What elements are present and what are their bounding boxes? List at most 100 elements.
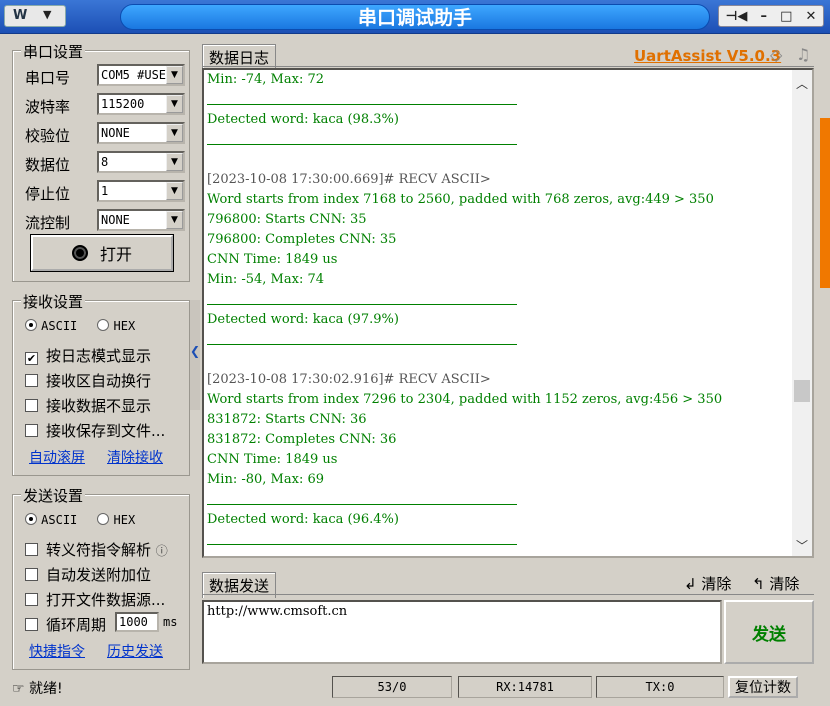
group-label: 接收设置 — [21, 291, 86, 312]
status-count: 53/0 — [332, 676, 452, 698]
flowctrl-select[interactable]: NONE ▼ — [97, 209, 185, 231]
log-line: Word starts from index 7296 to 2304, pad… — [207, 392, 723, 407]
reset-count-button[interactable]: 复位计数 — [728, 676, 798, 698]
parity-select[interactable]: NONE ▼ — [97, 122, 185, 144]
title-bar: W ▼ 串口调试助手 ⊣◀ – □ ✕ — [0, 0, 830, 34]
log-separator — [207, 330, 797, 350]
window-controls: ⊣◀ – □ ✕ — [718, 5, 824, 27]
recv-log-mode-checkbox[interactable]: ✔ 按日志模式显示 — [25, 345, 151, 366]
chevron-down-icon: ▼ — [166, 66, 183, 84]
clear-send-history-button[interactable]: ↰ 清除 — [752, 573, 799, 594]
log-scrollbar[interactable]: ︿ ﹀ — [792, 70, 812, 556]
maximize-button[interactable]: □ — [780, 9, 792, 24]
log-line: 796800: Starts CNN: 35 — [207, 212, 367, 227]
checkbox-icon — [25, 618, 38, 631]
status-dot-icon — [71, 245, 88, 261]
port-select[interactable]: COM5 #USE ▼ — [97, 64, 185, 86]
clear-receive-link[interactable]: 清除接收 — [107, 447, 163, 467]
log-line: 831872: Completes CNN: 36 — [207, 432, 397, 447]
scroll-thumb[interactable] — [794, 380, 810, 402]
checkbox-icon — [25, 543, 38, 556]
receive-log[interactable]: Min: -74, Max: 72 Detected word: kaca (98… — [202, 68, 814, 558]
info-icon[interactable]: ⓘ — [156, 544, 168, 558]
close-button[interactable]: ✕ — [806, 9, 817, 24]
log-line: 796800: Completes CNN: 35 — [207, 232, 397, 247]
checkbox-icon — [25, 424, 38, 437]
parity-label: 校验位 — [25, 127, 71, 145]
log-line: Detected word: kaca (96.4%) — [207, 512, 399, 527]
log-line: [2023-10-08 17:30:00.669]# RECV ASCII> — [207, 172, 491, 187]
send-history-link[interactable]: 历史发送 — [107, 641, 163, 661]
corner-arrow-up-icon: ↰ — [752, 575, 765, 593]
quick-command-link[interactable]: 快捷指令 — [29, 641, 85, 661]
recv-hide-checkbox[interactable]: 接收数据不显示 — [25, 395, 151, 416]
stopbits-label: 停止位 — [25, 185, 71, 203]
pin-icon[interactable]: ⊣◀ — [726, 9, 748, 24]
splitter-handle[interactable]: ❮ — [190, 300, 200, 410]
serial-settings-group: 串口设置 串口号 COM5 #USE ▼ 波特率 115200 ▼ 校验位 NONE… — [12, 41, 190, 282]
checkbox-checked-icon: ✔ — [25, 352, 38, 365]
radio-icon — [25, 513, 37, 525]
stopbits-select[interactable]: 1 ▼ — [97, 180, 185, 202]
main-window: W ▼ 串口调试助手 ⊣◀ – □ ✕ 串口设置 串口号 COM5 #USE ▼ … — [0, 0, 830, 706]
system-menu-button[interactable]: W ▼ — [4, 5, 66, 27]
bell-icon[interactable]: ♫ — [796, 45, 810, 64]
divider — [202, 594, 814, 595]
chevron-down-icon: ▼ — [166, 124, 183, 142]
clear-send-button[interactable]: ↲ 清除 — [684, 573, 731, 594]
brand-link[interactable]: UartAssist V5.0.3 — [634, 47, 781, 65]
recv-save-file-checkbox[interactable]: 接收保存到文件... — [25, 420, 165, 441]
log-line: Word starts from index 7168 to 2560, pad… — [207, 192, 714, 207]
send-file-source-checkbox[interactable]: 打开文件数据源... — [25, 589, 165, 610]
chevron-down-icon: ▼ — [43, 8, 52, 21]
send-input[interactable]: http://www.cmsoft.cn — [202, 600, 722, 664]
chevron-down-icon: ▼ — [166, 95, 183, 113]
send-button[interactable]: 发送 — [724, 600, 814, 664]
chevron-down-icon: ▼ — [166, 211, 183, 229]
group-label: 发送设置 — [21, 485, 86, 506]
window-title: 串口调试助手 — [120, 4, 710, 30]
checkbox-icon — [25, 568, 38, 581]
checkbox-icon — [25, 399, 38, 412]
databits-select[interactable]: 8 ▼ — [97, 151, 185, 173]
cycle-period-input[interactable]: 1000 — [115, 612, 159, 632]
log-separator — [207, 290, 797, 310]
recv-ascii-radio[interactable]: ASCII — [25, 319, 77, 334]
open-port-label: 打开 — [99, 245, 132, 264]
log-line: CNN Time: 1849 us — [207, 252, 338, 267]
log-line: Min: -74, Max: 72 — [207, 72, 324, 87]
checkbox-icon — [25, 374, 38, 387]
send-ascii-radio[interactable]: ASCII — [25, 513, 77, 528]
status-rx: RX:14781 — [458, 676, 592, 698]
send-hex-radio[interactable]: HEX — [97, 513, 135, 528]
log-lines: Min: -74, Max: 72 Detected word: kaca (98… — [207, 70, 797, 550]
recv-autowrap-checkbox[interactable]: 接收区自动换行 — [25, 370, 151, 391]
auto-scroll-link[interactable]: 自动滚屏 — [29, 447, 85, 467]
minimize-button[interactable]: – — [761, 9, 768, 24]
send-settings-group: 发送设置 ASCII HEX 转义符指令解析 ⓘ 自动发送附加位 打开文件数据源… — [12, 485, 190, 670]
checkbox-icon — [25, 593, 38, 606]
log-separator — [207, 490, 797, 510]
databits-label: 数据位 — [25, 156, 71, 174]
recv-format-row: ASCII HEX — [25, 319, 135, 334]
send-cycle-checkbox[interactable]: 循环周期 — [25, 614, 106, 635]
chevron-up-icon[interactable]: ︿ — [792, 74, 812, 94]
baud-select[interactable]: 115200 ▼ — [97, 93, 185, 115]
receive-settings-group: 接收设置 ASCII HEX ✔ 按日志模式显示 接收区自动换行 接收数据不显示 … — [12, 291, 190, 476]
chevron-down-icon[interactable]: ﹀ — [792, 536, 812, 556]
app-logo-icon: W — [13, 8, 28, 23]
send-escape-checkbox[interactable]: 转义符指令解析 ⓘ — [25, 539, 168, 560]
log-line: CNN Time: 1849 us — [207, 452, 338, 467]
log-line: Detected word: kaca (97.9%) — [207, 312, 399, 327]
send-append-checkbox[interactable]: 自动发送附加位 — [25, 564, 151, 585]
log-line: Min: -80, Max: 69 — [207, 472, 324, 487]
cycle-unit: ms — [163, 615, 178, 629]
chevron-down-icon: ▼ — [166, 153, 183, 171]
open-port-button[interactable]: 打开 — [30, 234, 174, 272]
diamond-icon[interactable]: ◇ — [770, 45, 782, 64]
recv-hex-radio[interactable]: HEX — [97, 319, 135, 334]
send-format-row: ASCII HEX — [25, 513, 135, 528]
log-separator — [207, 530, 797, 550]
